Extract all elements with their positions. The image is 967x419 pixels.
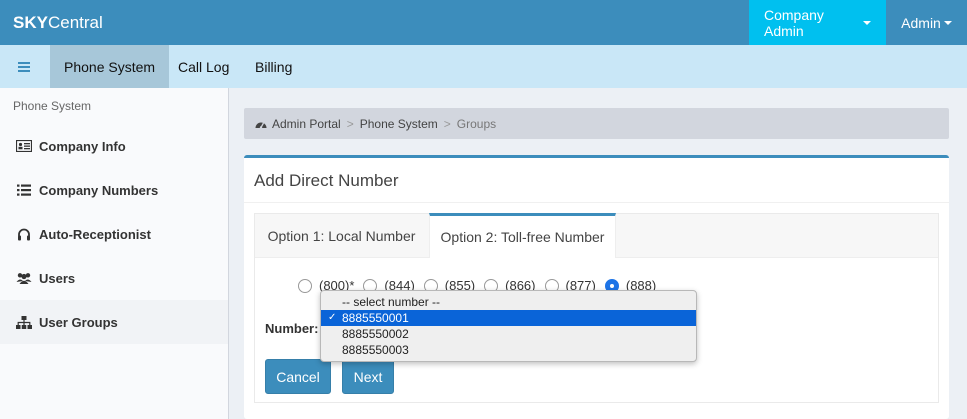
option-label: 8885550002 <box>342 327 409 341</box>
next-button[interactable]: Next <box>342 359 394 394</box>
headset-icon <box>16 227 32 241</box>
tab-local-number[interactable]: Option 1: Local Number <box>255 214 428 258</box>
sub-navigation: Phone System Call Log Billing <box>0 45 967 88</box>
sidebar-item-label: User Groups <box>39 314 118 330</box>
option-label: 8885550001 <box>342 311 409 325</box>
panel-title: Add Direct Number <box>254 171 399 190</box>
option-label: 8885550003 <box>342 343 409 357</box>
dropdown-option[interactable]: 8885550003 <box>321 342 696 358</box>
admin-label: Admin <box>901 14 941 31</box>
panel-divider <box>244 202 949 203</box>
sidebar-item-company-numbers[interactable]: Company Numbers <box>0 168 228 212</box>
sidebar-item-auto-receptionist[interactable]: Auto-Receptionist <box>0 212 228 256</box>
breadcrumb-groups: Groups <box>456 116 497 131</box>
number-dropdown-list: -- select number -- ✓ 8885550001 88855500… <box>320 290 697 362</box>
option-label: -- select number -- <box>342 295 441 309</box>
breadcrumb-separator: > <box>346 116 354 131</box>
nav-tab-billing[interactable]: Billing <box>241 45 306 88</box>
dropdown-option-placeholder[interactable]: -- select number -- <box>321 294 696 310</box>
top-header: SKYCentral Company Admin Admin <box>0 0 967 45</box>
logo-rest: Central <box>47 13 103 32</box>
dropdown-option[interactable]: ✓ 8885550001 <box>321 310 696 326</box>
chevron-down-icon <box>863 20 871 25</box>
sidebar-item-users[interactable]: Users <box>0 256 228 300</box>
list-icon <box>16 183 32 197</box>
admin-menu[interactable]: Admin <box>886 0 967 45</box>
breadcrumb-separator: > <box>443 116 451 131</box>
nav-tab-call-log[interactable]: Call Log <box>164 45 243 88</box>
radio-button[interactable] <box>298 278 312 293</box>
sidebar-item-label: Company Numbers <box>39 182 159 198</box>
dashboard-icon <box>255 119 267 129</box>
dropdown-option[interactable]: 8885550002 <box>321 326 696 342</box>
breadcrumb-phone-system[interactable]: Phone System <box>360 117 438 131</box>
company-admin-label: Company Admin <box>764 6 824 39</box>
sidebar-item-label: Company Info <box>39 138 126 154</box>
breadcrumb-admin-portal[interactable]: Admin Portal <box>272 117 341 131</box>
number-label: Number: <box>265 321 319 336</box>
id-card-icon <box>16 139 32 153</box>
sidebar-header: Phone System <box>13 99 92 113</box>
hamburger-icon <box>18 61 30 72</box>
app-logo[interactable]: SKYCentral <box>13 13 103 33</box>
sitemap-icon <box>16 315 32 329</box>
cancel-button[interactable]: Cancel <box>265 359 331 394</box>
users-icon <box>16 271 32 285</box>
chevron-down-icon <box>943 20 952 25</box>
company-admin-menu[interactable]: Company Admin <box>749 0 886 45</box>
nav-tab-phone-system[interactable]: Phone System <box>50 45 170 88</box>
add-direct-number-panel: Add Direct Number Option 1: Local Number… <box>244 155 949 419</box>
sidebar-item-user-groups[interactable]: User Groups <box>0 300 228 344</box>
sidebar-item-label: Users <box>39 270 76 286</box>
checkmark-icon: ✓ <box>328 312 337 323</box>
logo-bold: SKY <box>13 13 48 32</box>
sidebar-item-label: Auto-Receptionist <box>39 226 151 242</box>
menu-toggle-button[interactable] <box>0 45 48 88</box>
tab-strip: Option 1: Local Number Option 2: Toll-fr… <box>255 213 938 258</box>
breadcrumb: Admin Portal > Phone System > Groups <box>244 108 949 139</box>
sidebar-item-company-info[interactable]: Company Info <box>0 124 228 168</box>
tab-toll-free-number[interactable]: Option 2: Toll-free Number <box>429 213 616 258</box>
sidebar: Phone System Company Info Company Number… <box>0 88 229 419</box>
top-menu: Company Admin Admin <box>749 0 967 45</box>
